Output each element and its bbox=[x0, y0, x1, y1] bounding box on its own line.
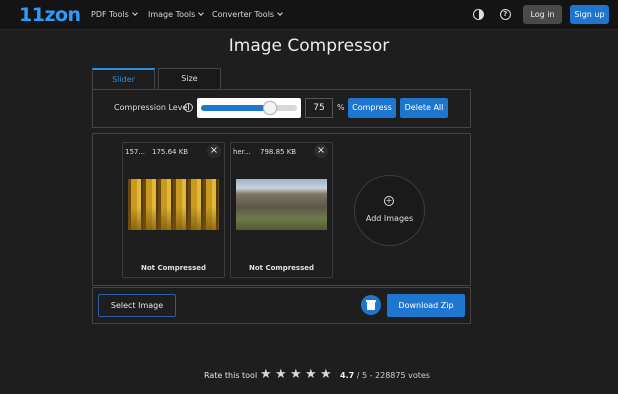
compression-status: Not Compressed bbox=[249, 264, 314, 272]
nav-converter-tools[interactable]: Converter Tools bbox=[212, 10, 283, 19]
compression-status: Not Compressed bbox=[141, 264, 206, 272]
nav-image-tools-label: Image Tools bbox=[148, 10, 196, 19]
percent-unit: % bbox=[337, 103, 345, 112]
help-icon[interactable]: ? bbox=[500, 9, 511, 20]
star-icon[interactable]: ★ bbox=[305, 367, 317, 382]
rate-tool-label: Rate this tool bbox=[204, 371, 258, 380]
slider-handle[interactable] bbox=[262, 101, 277, 115]
star-icon[interactable]: ★ bbox=[260, 367, 272, 382]
tab-slider[interactable]: Slider bbox=[92, 68, 155, 89]
nav-pdf-tools[interactable]: PDF Tools bbox=[91, 10, 138, 19]
rating-summary: 4.7 / 5 - 228875 votes bbox=[340, 371, 430, 380]
star-icon[interactable]: ★ bbox=[320, 367, 332, 382]
add-images-label: Add Images bbox=[365, 214, 414, 223]
login-button[interactable]: Log in bbox=[523, 5, 562, 24]
star-icon[interactable]: ★ bbox=[290, 367, 302, 382]
file-name: her... bbox=[233, 148, 251, 156]
info-icon[interactable]: i bbox=[184, 103, 193, 112]
file-name: 157... bbox=[125, 148, 146, 156]
tab-size[interactable]: Size bbox=[158, 68, 221, 89]
chevron-down-icon bbox=[132, 10, 138, 16]
download-zip-button[interactable]: Download Zip bbox=[387, 294, 465, 317]
file-size: 798.85 KB bbox=[260, 148, 297, 156]
delete-all-button[interactable]: Delete All bbox=[400, 98, 448, 118]
signup-button[interactable]: Sign up bbox=[570, 5, 609, 24]
top-navbar: 11zon PDF Tools Image Tools Converter To… bbox=[0, 0, 618, 30]
compression-level-label: Compression Level bbox=[114, 103, 190, 112]
image-thumbnail bbox=[128, 179, 219, 230]
file-size: 175.64 KB bbox=[152, 148, 189, 156]
add-images-button[interactable] bbox=[354, 175, 425, 246]
page-title: Image Compressor bbox=[228, 36, 390, 56]
rating-score: 4.7 bbox=[340, 371, 355, 380]
site-logo[interactable]: 11zon bbox=[19, 4, 81, 26]
remove-image-close-icon[interactable]: × bbox=[207, 144, 221, 158]
compress-button[interactable]: Compress bbox=[348, 98, 396, 118]
image-thumbnail bbox=[236, 179, 327, 230]
nav-converter-tools-label: Converter Tools bbox=[212, 10, 275, 19]
compression-value-input[interactable]: 75 bbox=[305, 98, 333, 118]
rating-detail: / 5 - 228875 votes bbox=[354, 371, 430, 380]
nav-image-tools[interactable]: Image Tools bbox=[148, 10, 205, 19]
chevron-down-icon bbox=[277, 10, 283, 16]
remove-image-close-icon[interactable]: × bbox=[314, 144, 328, 158]
slider-fill bbox=[201, 105, 270, 111]
chevron-down-icon bbox=[198, 10, 205, 16]
plus-icon: + bbox=[384, 196, 394, 206]
nav-pdf-tools-label: PDF Tools bbox=[91, 10, 129, 19]
star-icon[interactable]: ★ bbox=[275, 367, 287, 382]
contrast-icon[interactable] bbox=[473, 9, 484, 20]
compression-slider[interactable] bbox=[197, 98, 301, 118]
select-image-button[interactable]: Select Image bbox=[98, 294, 176, 317]
trash-icon[interactable] bbox=[361, 295, 381, 315]
